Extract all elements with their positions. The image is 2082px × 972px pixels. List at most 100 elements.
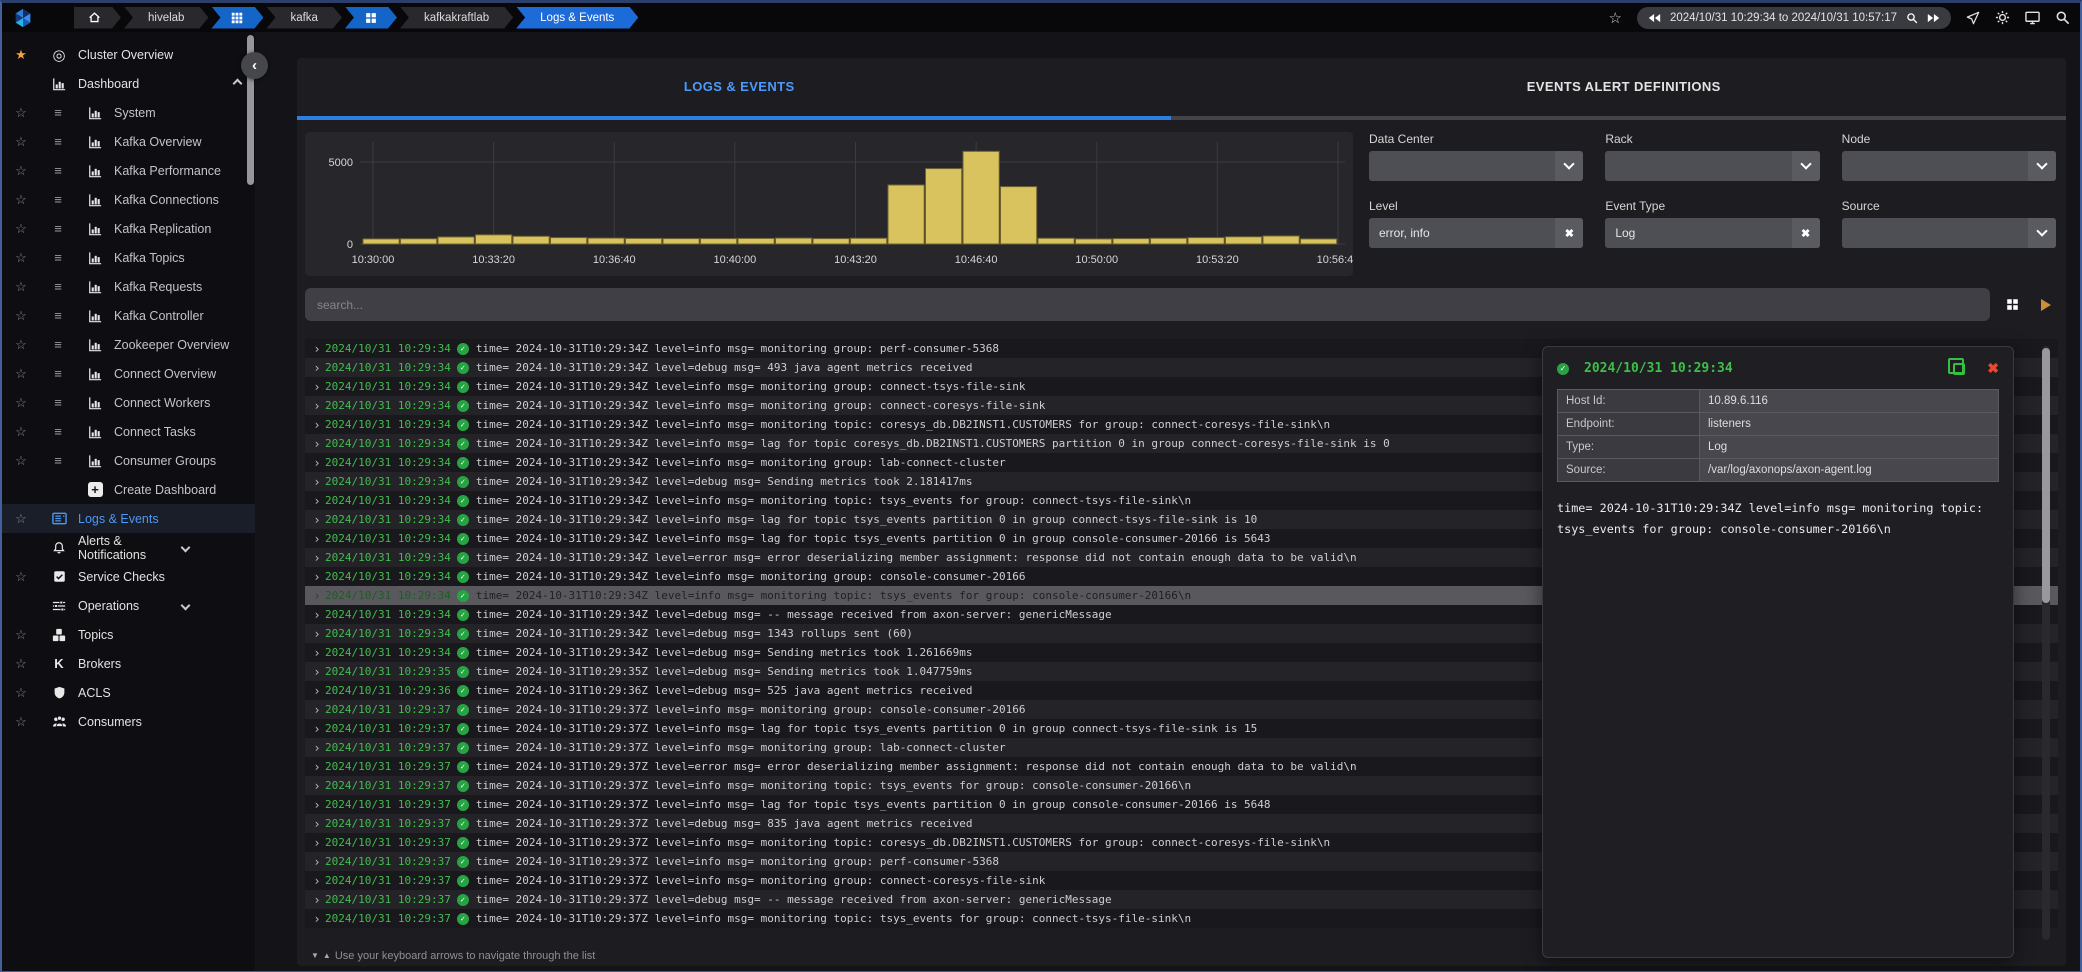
chevron-down-icon[interactable] <box>181 601 191 611</box>
clear-icon[interactable]: ✖ <box>1555 218 1583 248</box>
chevron-down-icon[interactable] <box>2028 218 2056 248</box>
chevron-down-icon[interactable] <box>1555 151 1583 181</box>
scrollbar-thumb[interactable] <box>2042 348 2050 603</box>
sidebar-item-zookeeper-overview[interactable]: ☆≡Zookeeper Overview <box>2 330 255 359</box>
run-query-button[interactable] <box>2034 293 2058 317</box>
sidebar-item-system[interactable]: ☆≡System <box>2 98 255 127</box>
filter-select[interactable] <box>1369 151 1583 181</box>
row-expand-icon[interactable]: › <box>309 665 325 679</box>
star-icon[interactable]: ★ <box>2 47 40 63</box>
drag-handle-icon[interactable]: ≡ <box>40 192 76 207</box>
clear-icon[interactable]: ✖ <box>1792 218 1820 248</box>
filter-select[interactable] <box>1605 151 1819 181</box>
drag-handle-icon[interactable]: ≡ <box>40 308 76 323</box>
drag-handle-icon[interactable]: ≡ <box>40 221 76 236</box>
star-icon[interactable]: ☆ <box>2 685 40 701</box>
star-icon[interactable]: ☆ <box>2 366 40 382</box>
filter-select[interactable]: error, info✖ <box>1369 218 1583 248</box>
sidebar-item-kafka-connections[interactable]: ☆≡Kafka Connections <box>2 185 255 214</box>
monitor-icon[interactable] <box>2025 10 2040 25</box>
row-expand-icon[interactable]: › <box>309 494 325 508</box>
row-expand-icon[interactable]: › <box>309 779 325 793</box>
row-expand-icon[interactable]: › <box>309 475 325 489</box>
drag-handle-icon[interactable]: ≡ <box>40 250 76 265</box>
row-expand-icon[interactable]: › <box>309 589 325 603</box>
drag-handle-icon[interactable]: ≡ <box>40 395 76 410</box>
row-expand-icon[interactable]: › <box>309 874 325 888</box>
drag-handle-icon[interactable]: ≡ <box>40 424 76 439</box>
row-expand-icon[interactable]: › <box>309 608 325 622</box>
row-expand-icon[interactable]: › <box>309 399 325 413</box>
row-expand-icon[interactable]: › <box>309 342 325 356</box>
row-expand-icon[interactable]: › <box>309 361 325 375</box>
grid-view-button[interactable] <box>2000 293 2024 317</box>
row-expand-icon[interactable]: › <box>309 703 325 717</box>
app-logo-icon[interactable] <box>12 7 36 29</box>
star-icon[interactable]: ☆ <box>2 569 40 585</box>
row-expand-icon[interactable]: › <box>309 684 325 698</box>
row-expand-icon[interactable]: › <box>309 836 325 850</box>
star-icon[interactable]: ☆ <box>2 337 40 353</box>
star-icon[interactable]: ☆ <box>2 105 40 121</box>
sidebar-item-operations[interactable]: Operations <box>2 591 255 620</box>
row-expand-icon[interactable]: › <box>309 513 325 527</box>
star-icon[interactable]: ☆ <box>2 511 40 527</box>
star-icon[interactable]: ☆ <box>2 627 40 643</box>
row-expand-icon[interactable]: › <box>309 855 325 869</box>
row-expand-icon[interactable]: › <box>309 760 325 774</box>
sidebar-item-kafka-topics[interactable]: ☆≡Kafka Topics <box>2 243 255 272</box>
star-icon[interactable]: ☆ <box>2 424 40 440</box>
chevron-down-icon[interactable] <box>1792 151 1820 181</box>
search-input[interactable] <box>305 288 1990 321</box>
star-icon[interactable]: ☆ <box>2 134 40 150</box>
breadcrumb-grid-button[interactable] <box>345 7 397 29</box>
sidebar-item-connect-tasks[interactable]: ☆≡Connect Tasks <box>2 417 255 446</box>
tab-logs-events[interactable]: LOGS & EVENTS <box>297 58 1182 114</box>
row-expand-icon[interactable]: › <box>309 798 325 812</box>
row-expand-icon[interactable]: › <box>309 437 325 451</box>
time-range-picker[interactable]: 2024/10/31 10:29:34 to 2024/10/31 10:57:… <box>1637 7 1951 29</box>
gear-icon[interactable] <box>1995 10 2010 25</box>
sidebar-item-acls[interactable]: ☆ACLS <box>2 678 255 707</box>
star-icon[interactable]: ☆ <box>2 163 40 179</box>
star-icon[interactable]: ☆ <box>2 221 40 237</box>
breadcrumb-item-hivelab[interactable]: hivelab <box>124 7 208 29</box>
star-icon[interactable]: ☆ <box>2 250 40 266</box>
sidebar-item-consumers[interactable]: ☆Consumers <box>2 707 255 736</box>
row-expand-icon[interactable]: › <box>309 456 325 470</box>
row-expand-icon[interactable]: › <box>309 741 325 755</box>
breadcrumb-item-kafka[interactable]: kafka <box>266 7 342 29</box>
star-icon[interactable]: ☆ <box>2 714 40 730</box>
sidebar-item-kafka-replication[interactable]: ☆≡Kafka Replication <box>2 214 255 243</box>
rewind-icon[interactable] <box>1648 13 1661 23</box>
chevron-down-icon[interactable] <box>2028 151 2056 181</box>
sidebar-item-connect-workers[interactable]: ☆≡Connect Workers <box>2 388 255 417</box>
sidebar-item-alerts-notifications[interactable]: Alerts & Notifications <box>2 533 255 562</box>
close-icon[interactable]: ✖ <box>1987 360 1999 377</box>
row-expand-icon[interactable]: › <box>309 646 325 660</box>
drag-handle-icon[interactable]: ≡ <box>40 134 76 149</box>
sidebar-item-kafka-requests[interactable]: ☆≡Kafka Requests <box>2 272 255 301</box>
drag-handle-icon[interactable]: ≡ <box>40 366 76 381</box>
list-scrollbar[interactable] <box>2042 346 2050 940</box>
filter-select[interactable]: Log✖ <box>1605 218 1819 248</box>
filter-select[interactable] <box>1842 218 2056 248</box>
row-expand-icon[interactable]: › <box>309 532 325 546</box>
time-search-icon[interactable] <box>1906 12 1918 24</box>
row-expand-icon[interactable]: › <box>309 418 325 432</box>
row-expand-icon[interactable]: › <box>309 912 325 926</box>
star-icon[interactable]: ☆ <box>2 453 40 469</box>
sidebar-collapse-button[interactable]: ‹ <box>241 52 268 79</box>
sidebar-item-connect-overview[interactable]: ☆≡Connect Overview <box>2 359 255 388</box>
chevron-up-icon[interactable] <box>233 79 243 89</box>
star-icon[interactable]: ☆ <box>2 395 40 411</box>
breadcrumb-grid-button[interactable] <box>211 7 263 29</box>
drag-handle-icon[interactable]: ≡ <box>40 105 76 120</box>
breadcrumb-home[interactable] <box>74 7 121 29</box>
drag-handle-icon[interactable]: ≡ <box>40 337 76 352</box>
navigate-icon[interactable] <box>1966 11 1980 25</box>
row-expand-icon[interactable]: › <box>309 627 325 641</box>
row-expand-icon[interactable]: › <box>309 893 325 907</box>
sidebar-item-kafka-overview[interactable]: ☆≡Kafka Overview <box>2 127 255 156</box>
star-icon[interactable]: ☆ <box>2 279 40 295</box>
